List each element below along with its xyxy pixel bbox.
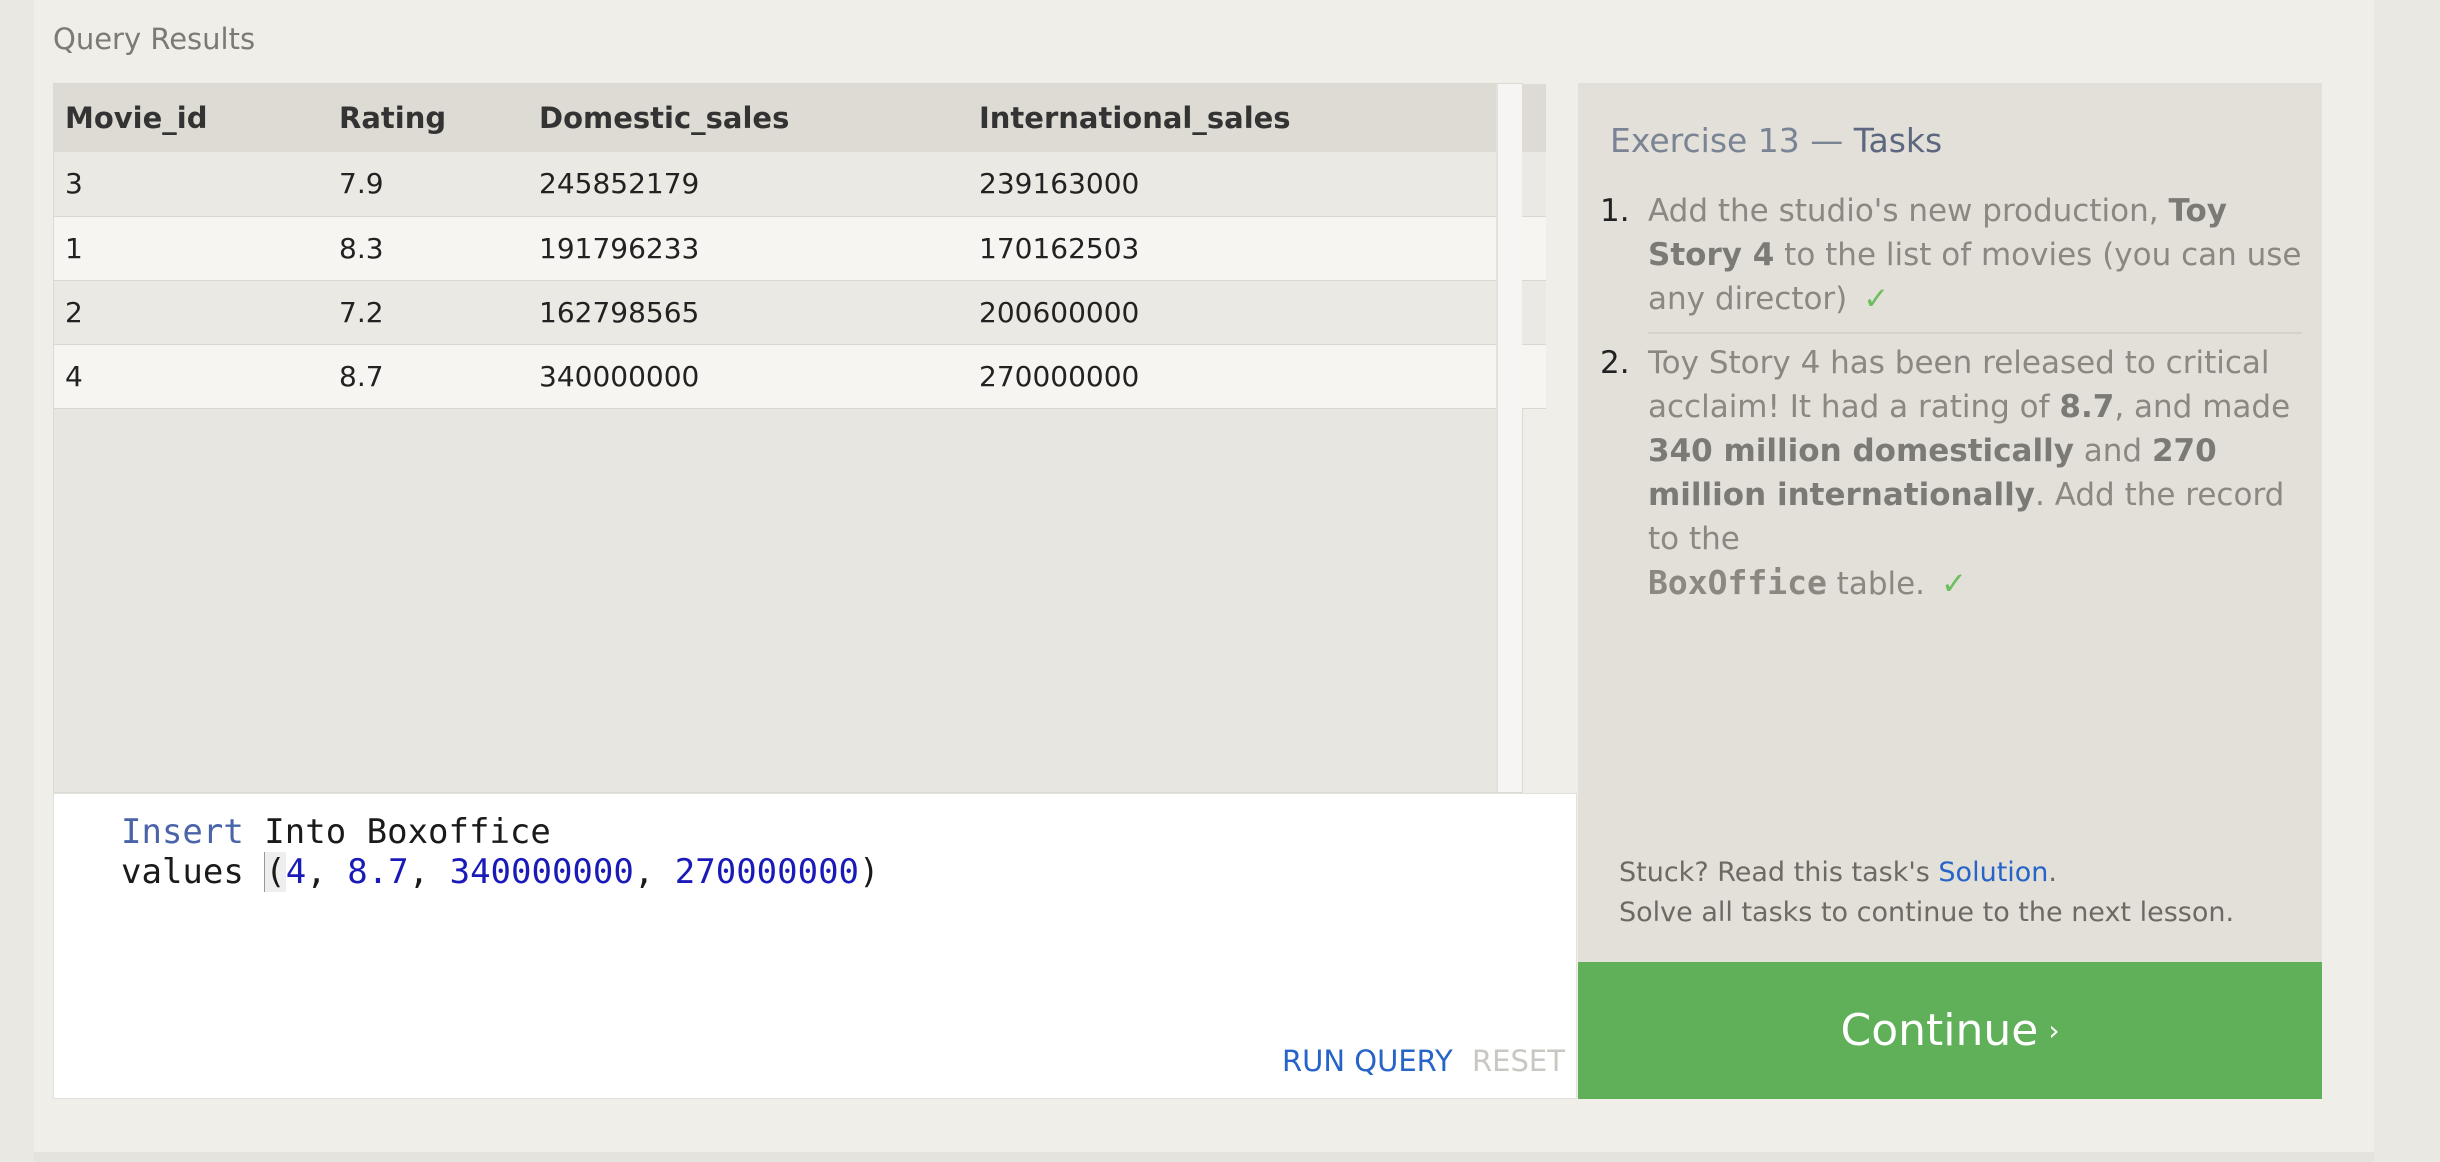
column-header: International_sales: [968, 84, 1546, 152]
solution-link[interactable]: Solution: [1938, 857, 2048, 888]
sql-code[interactable]: Insert Into Boxoffice values (4, 8.7, 34…: [121, 812, 880, 892]
table-header-row: Movie_id Rating Domestic_sales Internati…: [54, 84, 1546, 152]
reset-button[interactable]: RESET: [1472, 1044, 1565, 1078]
continue-label: Continue: [1840, 1005, 2039, 1056]
table-cell: 239163000: [968, 152, 1546, 217]
sql-number: 340000000: [449, 852, 634, 892]
check-icon: ✓: [1863, 281, 1890, 317]
task-text-part: table.: [1826, 566, 1926, 602]
sql-separator: ,: [306, 852, 348, 892]
tasks-title: Exercise 13 — Tasks: [1610, 121, 1942, 160]
table-cell: 8.3: [328, 216, 528, 281]
table-cell: 1: [54, 216, 328, 281]
sql-number: 8.7: [347, 852, 409, 892]
column-header: Rating: [328, 84, 528, 152]
exercise-label: Exercise 13 —: [1610, 121, 1854, 160]
table-cell: 191796233: [528, 216, 968, 281]
task-text-part: , and made: [2114, 389, 2291, 425]
run-query-button[interactable]: RUN QUERY: [1282, 1044, 1453, 1078]
check-icon: ✓: [1941, 566, 1968, 602]
query-results-title: Query Results: [53, 22, 256, 56]
tasks-panel: Exercise 13 — Tasks 1. Add the studio's …: [1578, 83, 2322, 963]
results-scrollbar[interactable]: [1496, 84, 1522, 792]
table-row: 3 7.9 245852179 239163000: [54, 152, 1546, 217]
task-text: Toy Story 4 has been released to critica…: [1648, 341, 2308, 606]
table-cell: 4: [54, 344, 328, 409]
table-cell: 200600000: [968, 280, 1546, 345]
table-name-code: BoxOffice: [1648, 563, 1827, 602]
table-cell: 7.9: [328, 152, 528, 217]
task-text: Add the studio's new production, Toy Sto…: [1648, 189, 2308, 321]
sql-number: 270000000: [674, 852, 860, 892]
chevron-right-icon: ›: [2048, 1014, 2060, 1047]
help-text-prefix: Stuck? Read this task's: [1619, 857, 1939, 888]
table-cell: 162798565: [528, 280, 968, 345]
tasks-label: Tasks: [1853, 121, 1943, 160]
task-text-part: Add the studio's new production,: [1648, 193, 2169, 229]
column-header: Movie_id: [54, 84, 328, 152]
table-row: 4 8.7 340000000 270000000: [54, 344, 1546, 409]
task-text-bold: 8.7: [2059, 389, 2115, 425]
sql-separator: ,: [408, 852, 450, 892]
solve-all-text: Solve all tasks to continue to the next …: [1619, 897, 2235, 928]
continue-button[interactable]: Continue ›: [1578, 962, 2322, 1099]
table-row: 1 8.3 191796233 170162503: [54, 216, 1546, 281]
sql-text: Into Boxoffice: [243, 812, 551, 852]
table-cell: 170162503: [968, 216, 1546, 281]
table-cell: 2: [54, 280, 328, 345]
table-cell: 7.2: [328, 280, 528, 345]
table-cell: 3: [54, 152, 328, 217]
task-text-bold: 340 million domestically: [1648, 433, 2074, 469]
text-cursor: (: [264, 852, 286, 892]
table-cell: 8.7: [328, 344, 528, 409]
table-row: 2 7.2 162798565 200600000: [54, 280, 1546, 345]
task-divider: [1648, 332, 2302, 334]
query-results-panel: Movie_id Rating Domestic_sales Internati…: [53, 83, 1546, 793]
sql-editor[interactable]: Insert Into Boxoffice values (4, 8.7, 34…: [53, 793, 1577, 1099]
sql-number: 4: [285, 852, 307, 892]
column-header: Domestic_sales: [528, 84, 968, 152]
results-table: Movie_id Rating Domestic_sales Internati…: [54, 84, 1546, 409]
sql-separator: ,: [633, 852, 675, 892]
page-footer-strip: [34, 1152, 2374, 1162]
help-text-suffix: .: [2048, 857, 2058, 888]
table-cell: 340000000: [528, 344, 968, 409]
sql-keyword: Insert: [121, 812, 244, 852]
task-number: 1.: [1600, 193, 1630, 229]
task-text-part: and: [2073, 433, 2152, 469]
sql-text: values: [121, 852, 265, 892]
table-cell: 245852179: [528, 152, 968, 217]
task-number: 2.: [1600, 345, 1630, 381]
sql-text: ): [859, 852, 880, 892]
table-cell: 270000000: [968, 344, 1546, 409]
help-text: Stuck? Read this task's Solution. Solve …: [1619, 853, 2234, 933]
